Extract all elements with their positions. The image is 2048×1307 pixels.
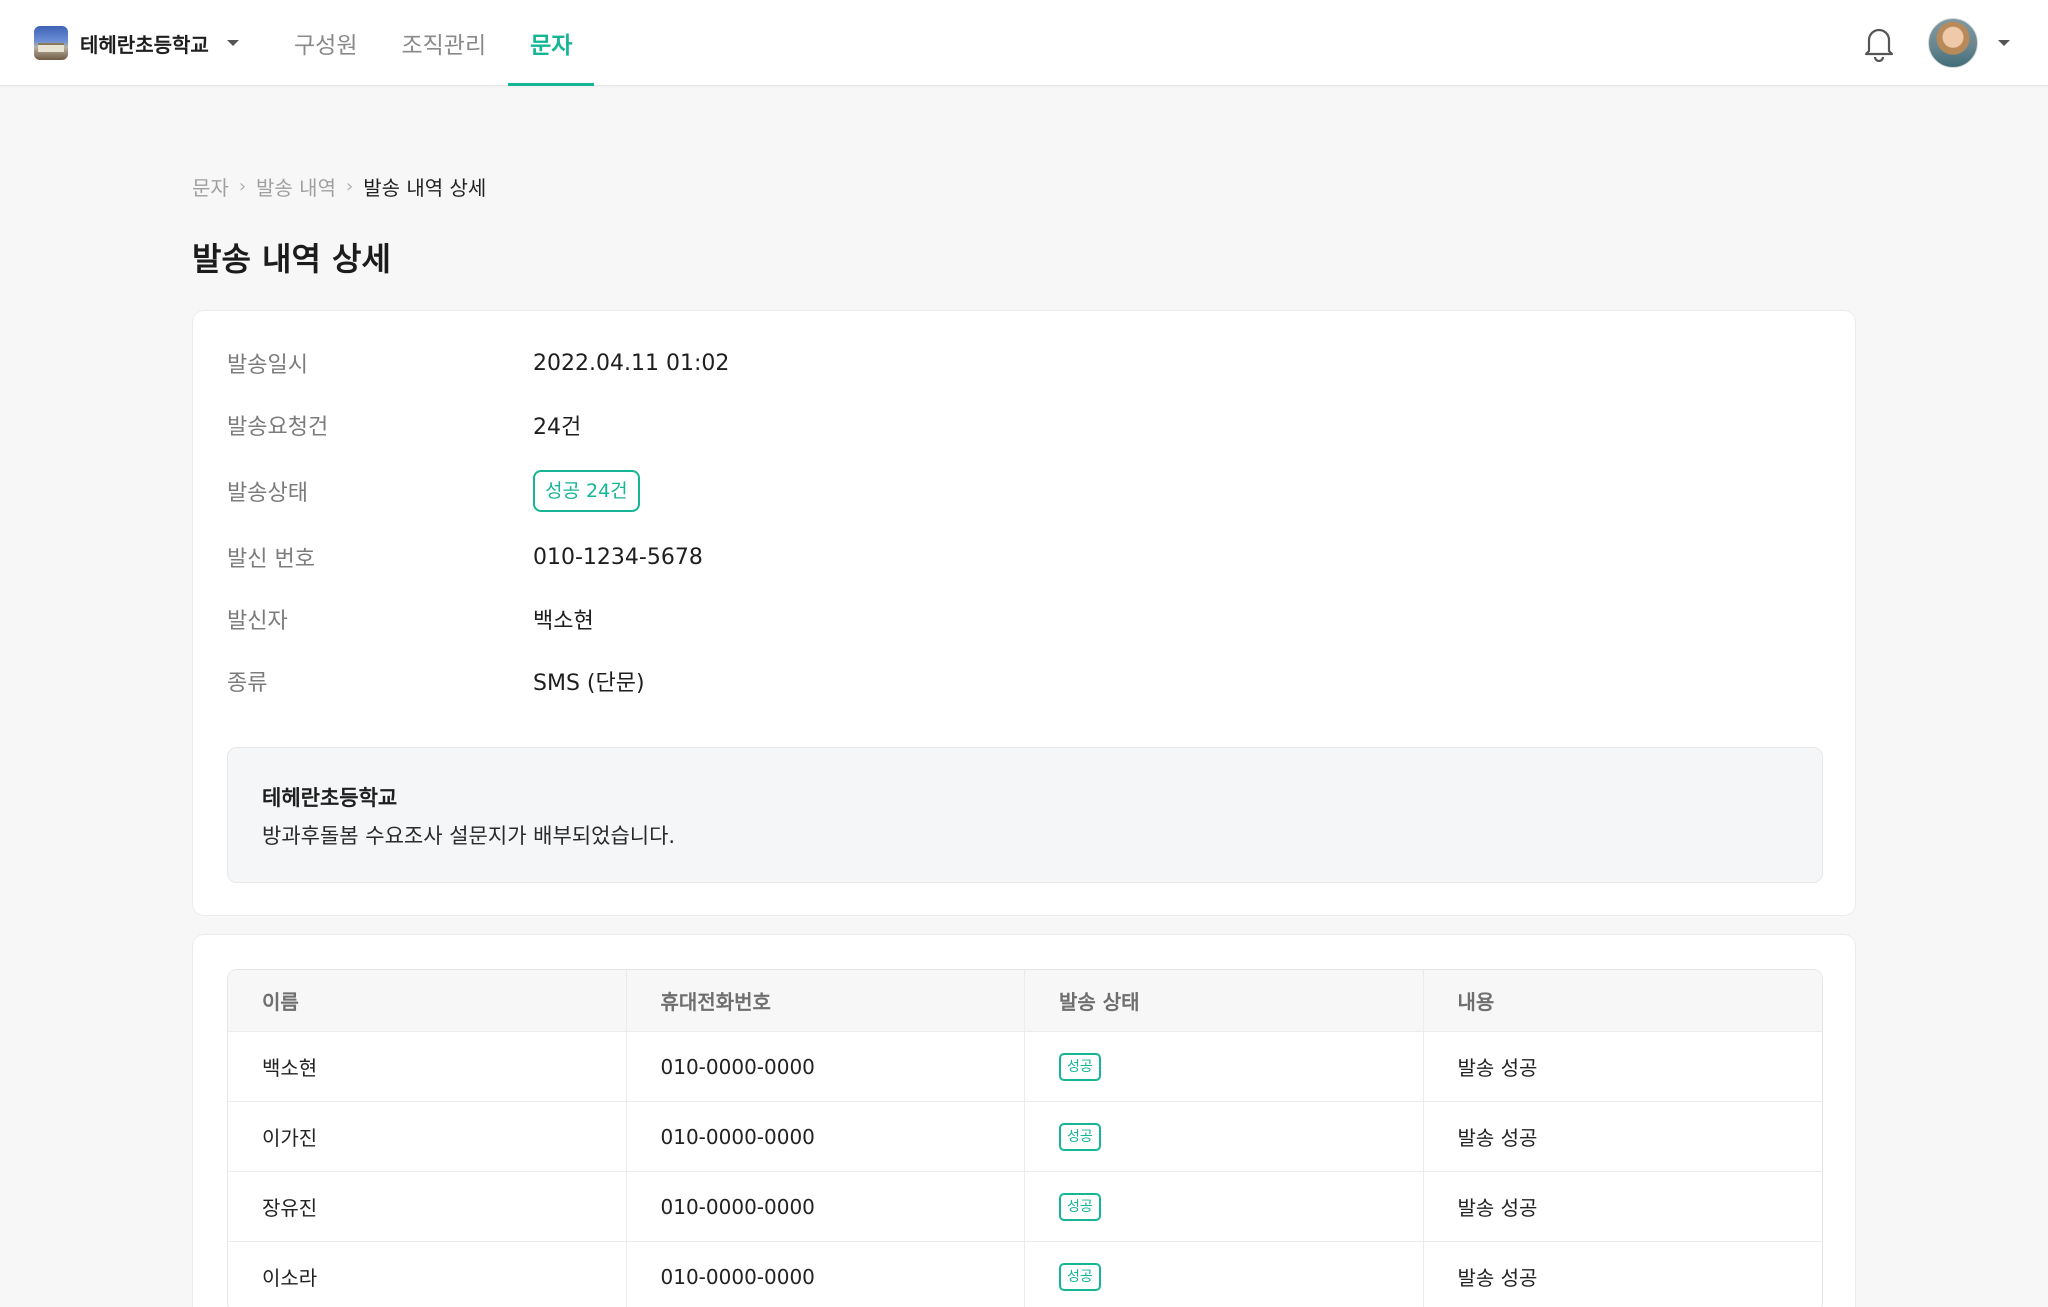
detail-row-type: 종류 SMS (단문) [227, 661, 645, 701]
cell-content: 발송 성공 [1457, 1266, 1538, 1290]
detail-label: 발송상태 [227, 481, 308, 506]
detail-value: 2022.04.11 01:02 [533, 350, 730, 376]
column-header-status: 발송 상태 [1025, 970, 1424, 1031]
chevron-down-icon [1998, 40, 2010, 46]
bell-icon[interactable] [1862, 24, 1896, 63]
cell-phone: 010-0000-0000 [627, 1172, 1025, 1241]
top-navigation-bar: 테헤란초등학교 구성원 조직관리 문자 [0, 0, 2048, 86]
send-detail-card: 발송일시 2022.04.11 01:02 발송요청건 24건 발송상태 성공 … [192, 310, 1856, 916]
message-title: 테헤란초등학교 [262, 786, 398, 810]
column-header-name: 이름 [228, 970, 627, 1031]
detail-value: 010-1234-5678 [533, 544, 703, 570]
school-logo [34, 26, 68, 60]
breadcrumb: 문자 › 발송 내역 › 발송 내역 상세 [192, 172, 486, 201]
detail-row-sent-at: 발송일시 2022.04.11 01:02 [227, 343, 729, 383]
detail-row-sender: 발신자 백소현 [227, 599, 594, 639]
status-badge: 성공 [1059, 1262, 1101, 1291]
status-badge: 성공 24건 [533, 470, 640, 512]
table-row: 이가진 010-0000-0000 성공 발송 성공 [228, 1102, 1822, 1172]
detail-label: 발송요청건 [227, 415, 329, 440]
cell-name: 백소현 [228, 1032, 627, 1101]
detail-label: 종류 [227, 671, 268, 696]
main-nav: 구성원 조직관리 문자 [272, 0, 595, 86]
cell-status: 성공 [1025, 1102, 1424, 1171]
detail-label: 발신자 [227, 609, 288, 634]
chevron-down-icon [226, 40, 239, 46]
breadcrumb-item-messages[interactable]: 문자 [192, 172, 229, 201]
status-badge: 성공 [1059, 1052, 1101, 1081]
breadcrumb-item-current: 발송 내역 상세 [363, 176, 487, 200]
tab-messages[interactable]: 문자 [508, 0, 595, 86]
detail-row-request-count: 발송요청건 24건 [227, 405, 581, 445]
detail-row-sender-number: 발신 번호 010-1234-5678 [227, 537, 703, 577]
cell-phone: 010-0000-0000 [627, 1032, 1025, 1101]
cell-content: 발송 성공 [1457, 1196, 1538, 1220]
detail-row-status: 발송상태 성공 24건 [227, 470, 640, 512]
page-title: 발송 내역 상세 [192, 240, 391, 278]
school-switcher[interactable]: 테헤란초등학교 [34, 24, 239, 62]
cell-phone: 010-0000-0000 [627, 1102, 1025, 1171]
tab-organization[interactable]: 조직관리 [379, 0, 508, 86]
detail-value: SMS (단문) [533, 671, 645, 696]
chevron-right-icon: › [238, 176, 247, 197]
message-body: 방과후돌봄 수요조사 설문지가 배부되었습니다. [262, 824, 676, 848]
detail-value: 백소현 [533, 609, 594, 634]
chevron-right-icon: › [345, 176, 354, 197]
cell-status: 성공 [1025, 1172, 1424, 1241]
school-name: 테헤란초등학교 [80, 32, 209, 57]
breadcrumb-item-history[interactable]: 발송 내역 [256, 172, 336, 201]
avatar [1928, 18, 1978, 68]
status-badge: 성공 [1059, 1122, 1101, 1151]
cell-status: 성공 [1025, 1242, 1424, 1307]
cell-name: 이가진 [228, 1102, 627, 1171]
status-badge: 성공 [1059, 1192, 1101, 1221]
column-header-phone: 휴대전화번호 [627, 970, 1025, 1031]
recipient-list-card: 이름 휴대전화번호 발송 상태 내용 백소현 010-0000-0000 성공 … [192, 934, 1856, 1307]
cell-content: 발송 성공 [1457, 1126, 1538, 1150]
table-row: 장유진 010-0000-0000 성공 발송 성공 [228, 1172, 1822, 1242]
table-row: 이소라 010-0000-0000 성공 발송 성공 [228, 1242, 1822, 1307]
detail-label: 발송일시 [227, 353, 308, 378]
tab-members[interactable]: 구성원 [272, 0, 379, 86]
cell-name: 장유진 [228, 1172, 627, 1241]
account-menu[interactable] [1928, 17, 2010, 69]
cell-content: 발송 성공 [1457, 1056, 1538, 1080]
cell-phone: 010-0000-0000 [627, 1242, 1025, 1307]
cell-name: 이소라 [228, 1242, 627, 1307]
table-header: 이름 휴대전화번호 발송 상태 내용 [228, 970, 1822, 1032]
table-row: 백소현 010-0000-0000 성공 발송 성공 [228, 1032, 1822, 1102]
cell-status: 성공 [1025, 1032, 1424, 1101]
column-header-content: 내용 [1457, 990, 1495, 1014]
detail-label: 발신 번호 [227, 547, 315, 572]
detail-value: 24건 [533, 415, 582, 440]
message-preview: 테헤란초등학교 방과후돌봄 수요조사 설문지가 배부되었습니다. [227, 747, 1823, 883]
recipient-table: 이름 휴대전화번호 발송 상태 내용 백소현 010-0000-0000 성공 … [227, 969, 1823, 1307]
